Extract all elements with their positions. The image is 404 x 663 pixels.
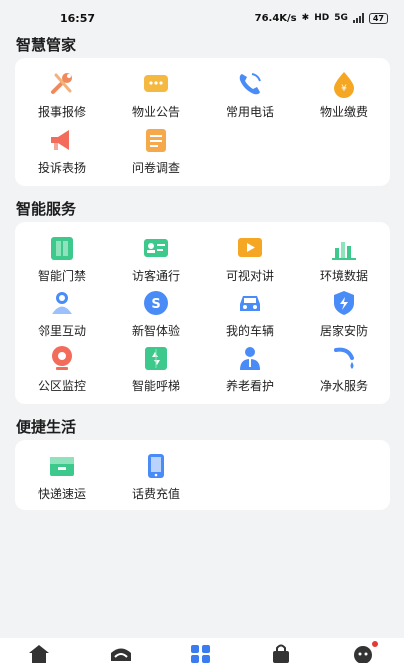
service-tile-label: 新智体验 (131, 324, 180, 338)
network-speed: 76.4K/s (254, 12, 297, 24)
convenient-life-card: 快递速运 话费充值 (15, 440, 390, 510)
car-icon (236, 289, 264, 317)
home-icon (29, 645, 50, 663)
status-bar: 16:57 76.4K/s ✱ HD 5G 47 (0, 0, 404, 36)
shopping-bag-icon (272, 644, 289, 663)
service-tile-label: 物业公告 (131, 105, 180, 119)
announcement-chat-icon (142, 70, 170, 98)
service-tile-label: 物业缴费 (319, 105, 368, 119)
notification-badge (371, 641, 378, 647)
service-tile-label: 居家安防 (319, 324, 368, 338)
section-title-convenient-life: 便捷生活 (16, 418, 77, 436)
bluetooth-icon: ✱ (301, 13, 310, 23)
service-tile-elder-care[interactable]: 养老看护 (203, 344, 297, 396)
complaint-megaphone-icon (48, 126, 76, 154)
section-title-smart-services: 智能服务 (16, 200, 77, 218)
service-tile-environment-chart[interactable]: 环境数据 (297, 234, 391, 286)
service-tile-announcement-chat[interactable]: 物业公告 (109, 70, 203, 122)
service-tile-home-security-shield[interactable]: 居家安防 (297, 289, 391, 341)
smart-experience-icon: S (142, 289, 170, 317)
payment-drop-icon: ¥ (330, 70, 358, 98)
service-tile-label: 环境数据 (319, 269, 368, 283)
network-type: 5G (334, 13, 348, 23)
service-tile-label: 报事报修 (37, 105, 86, 119)
battery-level: 47 (372, 13, 384, 23)
svg-text:¥: ¥ (341, 84, 347, 94)
bottom-tab-bar (0, 638, 404, 663)
service-tile-label: 我的车辆 (225, 324, 274, 338)
service-tile-survey-document[interactable]: 问卷调查 (109, 126, 203, 178)
service-tile-visitor-card[interactable]: 访客通行 (109, 234, 203, 286)
service-tile-surveillance-camera[interactable]: 公区监控 (15, 344, 109, 396)
service-tile-label: 问卷调查 (131, 161, 180, 175)
grid-apps-icon (190, 645, 210, 663)
neighbor-interaction-icon (48, 289, 76, 317)
service-tile-mobile-recharge[interactable]: 话费充值 (109, 452, 203, 504)
status-time: 16:57 (60, 11, 96, 25)
service-tile-label: 访客通行 (131, 269, 180, 283)
visitor-card-icon (142, 234, 170, 262)
service-tile-express-package[interactable]: 快递速运 (15, 452, 109, 504)
status-indicators: 76.4K/s ✱ HD 5G 47 (254, 12, 388, 24)
service-tile-label: 智能呼梯 (131, 379, 180, 393)
service-tile-door-access[interactable]: 智能门禁 (15, 234, 109, 286)
signal-icon (352, 13, 364, 23)
service-tile-label: 公区监控 (37, 379, 86, 393)
service-tile-complaint-megaphone[interactable]: 投诉表扬 (15, 126, 109, 178)
smart-butler-card: 报事报修 物业公告 常用电话 ¥ 物业缴费投诉表扬 问卷调查 (15, 58, 390, 186)
service-tile-video-intercom[interactable]: 可视对讲 (203, 234, 297, 286)
service-tile-phone[interactable]: 常用电话 (203, 70, 297, 122)
smart-services-card: 智能门禁 访客通行 可视对讲 环境数据邻里互动 S 新智体验 我的车辆 居家安防公区监控 智能呼… (15, 222, 390, 404)
express-package-icon (48, 452, 76, 480)
service-tile-neighbor-interaction[interactable]: 邻里互动 (15, 289, 109, 341)
phone-icon (236, 70, 264, 98)
section-title-smart-butler: 智慧管家 (16, 36, 77, 54)
service-tile-label: 养老看护 (225, 379, 274, 393)
water-purifier-icon (330, 344, 358, 372)
service-tile-elevator-call[interactable]: 智能呼梯 (109, 344, 203, 396)
home-tab[interactable] (28, 644, 52, 663)
service-tile-water-purifier[interactable]: 净水服务 (297, 344, 391, 396)
service-tile-label: 智能门禁 (37, 269, 86, 283)
service-tile-repair-tools[interactable]: 报事报修 (15, 70, 109, 122)
community-icon (111, 648, 132, 661)
video-intercom-icon (236, 234, 264, 262)
service-tile-payment-drop[interactable]: ¥ 物业缴费 (297, 70, 391, 122)
environment-chart-icon (330, 234, 358, 262)
service-tile-label: 净水服务 (319, 379, 368, 393)
svg-text:S: S (151, 297, 160, 312)
service-tile-smart-experience[interactable]: S 新智体验 (109, 289, 203, 341)
profile-face-icon (353, 646, 372, 663)
battery-icon: 47 (368, 12, 388, 24)
community-tab[interactable] (109, 644, 133, 663)
mobile-recharge-icon (142, 452, 170, 480)
service-tile-label: 快递速运 (37, 487, 86, 501)
profile-tab[interactable] (352, 641, 378, 663)
service-tile-label: 可视对讲 (225, 269, 274, 283)
shop-tab[interactable] (271, 644, 295, 663)
repair-tools-icon (48, 70, 76, 98)
elder-care-icon (236, 344, 264, 372)
services-tab[interactable] (190, 644, 214, 663)
service-tile-label: 话费充值 (131, 487, 180, 501)
door-access-icon (48, 234, 76, 262)
survey-document-icon (142, 126, 170, 154)
service-tile-label: 投诉表扬 (37, 161, 86, 175)
service-tile-label: 常用电话 (225, 105, 274, 119)
hd-icon: HD (314, 13, 330, 23)
service-tile-label: 邻里互动 (37, 324, 86, 338)
home-security-shield-icon (330, 289, 358, 317)
surveillance-camera-icon (48, 344, 76, 372)
elevator-call-icon (142, 344, 170, 372)
service-tile-car[interactable]: 我的车辆 (203, 289, 297, 341)
